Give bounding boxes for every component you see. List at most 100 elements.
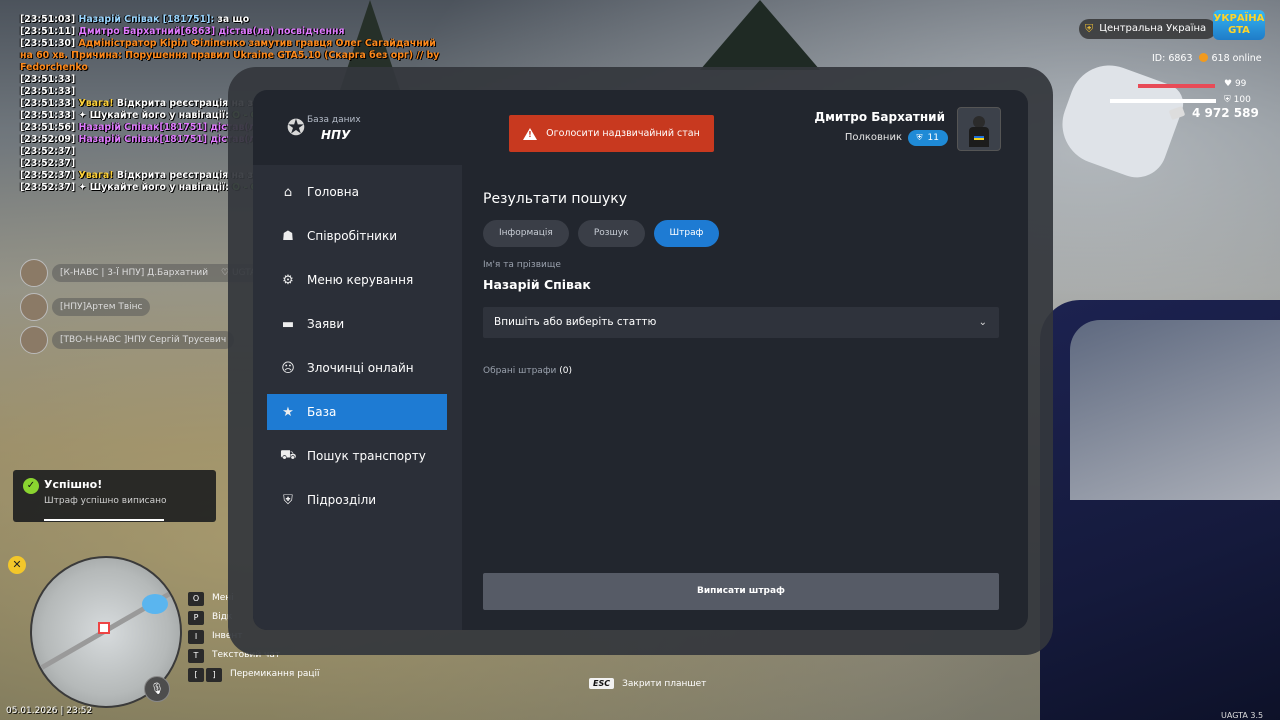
key-hint: [] Перемикання рації — [188, 665, 320, 684]
online-count: 618 online — [1211, 53, 1262, 64]
sidebar-item-label: Співробітники — [307, 229, 398, 243]
key-cap: P — [188, 610, 204, 625]
sidebar-item-departments[interactable]: ⛨ Підрозділи — [267, 482, 447, 518]
sidebar-item-label: Головна — [307, 185, 359, 199]
shield-icon: ⛨ — [916, 133, 923, 142]
health-bar — [1138, 84, 1216, 88]
sidebar-item-base[interactable]: ★ База — [267, 394, 447, 430]
sidebar-item-label: Заяви — [307, 317, 345, 331]
region-badge: ⛨ Центральна Україна — [1079, 19, 1217, 39]
applications-icon: ▬ — [281, 316, 295, 332]
player-marker-icon — [98, 622, 110, 634]
region-name: Центральна Україна — [1099, 23, 1207, 34]
base-icon: ★ — [282, 404, 294, 420]
date-time: 05.01.2026 | 23:52 — [6, 706, 93, 716]
control-menu-icon: ⚙ — [282, 272, 294, 288]
chat-line: [23:51:11] Дмитро Бархатний[6863] дістав… — [20, 26, 345, 37]
esc-key: ESC — [589, 678, 615, 689]
blue-car-window — [1070, 320, 1280, 500]
sidebar: ⌂ Головна ☗ Співробітники ⚙ Меню керування ▬ За… — [253, 165, 462, 630]
warning-icon: ! — [523, 127, 538, 140]
shield-icon: ⛨ — [1085, 22, 1094, 35]
money: 4 972 589 — [1168, 105, 1259, 121]
voice-user-label: [ТВО-Н-НАВС ]НПУ Сергій Трусевич — [52, 331, 235, 349]
key-cap: I — [188, 629, 204, 644]
avatar — [20, 293, 48, 321]
results-title: Результати пошуку — [483, 191, 627, 207]
police-emblem-icon: ✪ — [286, 116, 306, 141]
vehicle-search-icon: ⛟ — [280, 447, 297, 463]
declare-emergency-button[interactable]: ! Оголосити надзвичайний стан — [509, 115, 714, 152]
tablet-header: ✪ База даних НПУ ! Оголосити надзвичайни… — [253, 90, 1028, 165]
sidebar-item-label: Пошук транспорту — [307, 449, 426, 463]
voice-user: [НПУ]Артем Твінс — [20, 293, 151, 321]
criminals-online-icon: ☹ — [281, 360, 295, 376]
brand-title: НПУ — [321, 128, 351, 142]
microphone-icon[interactable]: 🎙 — [144, 676, 170, 702]
chat-line: [23:51:03] Назарій Співак [181751]: за щ… — [20, 14, 250, 25]
tree — [700, 0, 820, 70]
notification-timer-bar — [44, 519, 164, 521]
key-cap: O — [188, 591, 204, 606]
tab-2[interactable]: Штраф — [653, 220, 720, 247]
server-logo: УКРАЇНА GTA — [1213, 10, 1265, 40]
minimap-water — [142, 594, 168, 614]
chevron-down-icon: ⌄ — [978, 317, 987, 328]
notification-text: Штраф успішно виписано — [44, 496, 167, 506]
crossed-tools-icon: ✕ — [8, 556, 26, 574]
health-value: ♥ 99 — [1224, 79, 1247, 89]
avatar — [957, 107, 1001, 151]
tab-1[interactable]: Розшук — [577, 220, 645, 247]
sidebar-item-control-menu[interactable]: ⚙ Меню керування — [267, 262, 447, 298]
employees-icon: ☗ — [282, 228, 294, 244]
check-icon: ✓ — [23, 478, 39, 494]
avatar — [20, 259, 48, 287]
voice-user: [ТВО-Н-НАВС ]НПУ Сергій Трусевич — [20, 326, 235, 354]
sidebar-item-vehicle-search[interactable]: ⛟ Пошук транспорту — [267, 438, 447, 474]
chosen-fines-count: (0) — [559, 366, 572, 376]
sidebar-item-applications[interactable]: ▬ Заяви — [267, 306, 447, 342]
key-cap: T — [188, 648, 204, 663]
coin-icon — [1198, 53, 1208, 62]
id-online: ID: 6863 618 online — [1152, 53, 1262, 64]
sidebar-item-label: База — [307, 405, 337, 419]
search-results: Результати пошуку Інформація Розшук Штраф … — [462, 165, 1028, 630]
armor-bar — [1110, 99, 1216, 103]
key-cap: [ — [188, 667, 204, 682]
article-select-placeholder: Впишіть або виберіть статтю — [494, 316, 657, 328]
player-id: ID: 6863 — [1152, 53, 1193, 64]
sidebar-item-label: Меню керування — [307, 273, 414, 287]
home-icon: ⌂ — [283, 184, 293, 200]
user-level-badge: ⛨ 11 — [907, 130, 948, 146]
avatar — [20, 326, 48, 354]
sidebar-item-criminals-online[interactable]: ☹ Злочинці онлайн — [267, 350, 447, 386]
name-label: Ім'я та прізвище — [483, 260, 561, 270]
esc-label: Закрити планшет — [622, 678, 707, 689]
user-rank: Полковник — [844, 132, 902, 143]
esc-hint: ESC Закрити планшет — [589, 678, 706, 689]
chat-line: [23:51:30] Адміністратор Кіріл Філіпенко… — [20, 38, 436, 49]
emergency-label: Оголосити надзвичайний стан — [546, 128, 700, 139]
sidebar-item-label: Підрозділи — [307, 493, 377, 507]
success-notification: ✓ Успішно! Штраф успішно виписано — [13, 470, 216, 522]
sidebar-item-employees[interactable]: ☗ Співробітники — [267, 218, 447, 254]
armor-value: ⛨ 100 — [1224, 95, 1251, 105]
issue-fine-button[interactable]: Виписати штраф — [483, 573, 999, 610]
version: UAGTA 3.5 — [1221, 711, 1264, 720]
article-select[interactable]: Впишіть або виберіть статтю ⌄ — [483, 307, 999, 338]
sidebar-item-home[interactable]: ⌂ Головна — [267, 174, 447, 210]
money-value: 4 972 589 — [1192, 106, 1259, 120]
name-value: Назарій Співак — [483, 277, 591, 292]
chat-line: на 60 хв. Причина: Порушення правил Ukra… — [20, 50, 440, 61]
tab-0[interactable]: Інформація — [483, 220, 569, 247]
departments-icon: ⛨ — [283, 492, 293, 508]
chosen-fines: Обрані штрафи (0) — [483, 366, 572, 376]
user-name: Дмитро Бархатний — [814, 110, 945, 124]
voice-user-label: [НПУ]Артем Твінс — [52, 298, 151, 316]
notification-title: Успішно! — [44, 478, 103, 491]
police-tablet: ✪ База даних НПУ ! Оголосити надзвичайни… — [253, 90, 1028, 630]
brand-subtitle: База даних — [307, 115, 361, 125]
cash-icon — [1168, 105, 1186, 121]
key-cap: ] — [206, 667, 222, 682]
sidebar-item-label: Злочинці онлайн — [307, 361, 414, 375]
